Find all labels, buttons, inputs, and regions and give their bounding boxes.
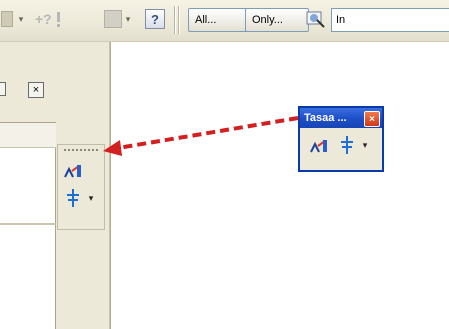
floating-toolbar-close-button[interactable]: × (364, 111, 380, 127)
docked-toolbar: ▾ (57, 144, 105, 230)
toolbar-dropdown-arrow[interactable]: ▾ (16, 8, 26, 30)
dimension-icon[interactable] (104, 8, 122, 30)
svg-text:+?: +? (35, 11, 52, 27)
toolbar-icon-partial[interactable] (0, 8, 14, 30)
separator (174, 6, 175, 34)
view-icon[interactable] (305, 8, 327, 30)
align-icon[interactable] (308, 136, 330, 156)
partial-button[interactable] (0, 82, 6, 96)
separator (178, 6, 179, 34)
left-panel-divider (0, 223, 56, 225)
main-canvas[interactable] (110, 42, 449, 329)
align-icon[interactable] (62, 161, 84, 181)
distribute-dropdown-arrow[interactable]: ▾ (360, 138, 370, 152)
left-panel-header (0, 123, 56, 148)
help-icon[interactable]: ? (145, 8, 165, 30)
dropdown-arrow[interactable]: ▾ (123, 8, 133, 30)
toolbar-grip-handle[interactable] (64, 149, 98, 151)
snap-icon[interactable]: +? (34, 8, 72, 30)
top-toolbar: ▾ +? ▾ ? All... Only... In (0, 0, 449, 42)
layer-combo[interactable]: In (331, 8, 449, 32)
left-panel (0, 122, 56, 329)
distribute-icon[interactable] (64, 187, 82, 209)
only-button[interactable]: Only... (245, 8, 309, 32)
distribute-icon[interactable] (338, 134, 356, 156)
floating-toolbar: Tasaa ... × ▾ (298, 106, 384, 172)
distribute-dropdown-arrow[interactable]: ▾ (86, 191, 96, 205)
close-button[interactable]: × (28, 82, 44, 98)
all-button[interactable]: All... (188, 8, 248, 32)
